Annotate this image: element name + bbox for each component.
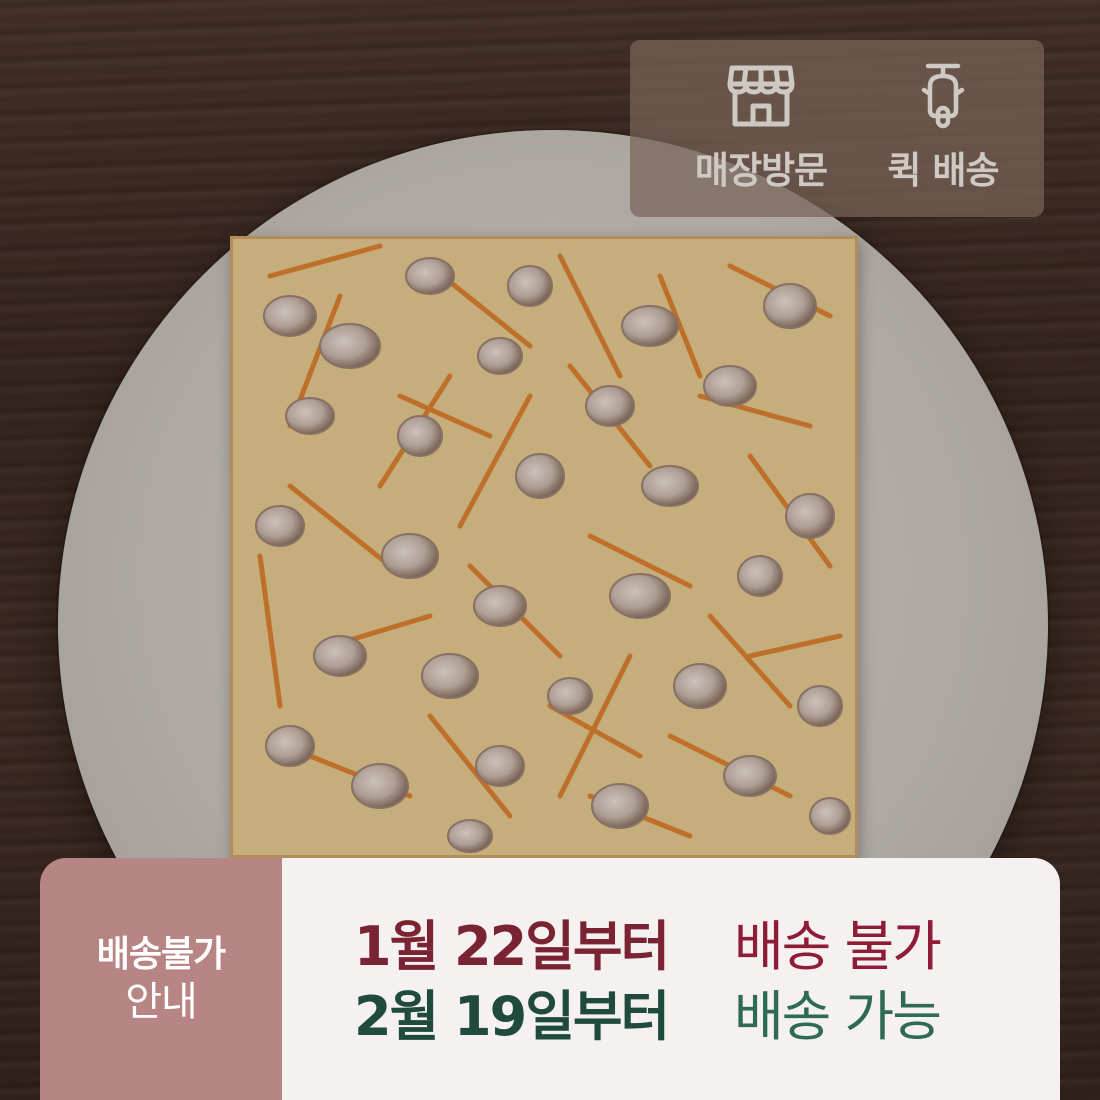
- notice-title-block: 배송불가 안내: [40, 858, 282, 1100]
- notice-line-available: 2월 19일부터 배송 가능: [354, 982, 1060, 1052]
- quick-delivery-label: 퀵 배송: [887, 149, 999, 192]
- scooter-icon: [921, 63, 965, 129]
- available-status: 배송 가능: [734, 985, 942, 1048]
- quick-delivery-option: 퀵 배송: [858, 40, 1028, 217]
- notice-subtitle: 안내: [125, 978, 198, 1025]
- service-options-badge: 매장방문 퀵 배송: [630, 40, 1044, 217]
- available-from-date: 2월 19일부터: [354, 985, 670, 1048]
- store-visit-label: 매장방문: [694, 149, 828, 192]
- nut-cake-image: [230, 236, 858, 858]
- notice-details: 1월 22일부터 배송 불가 2월 19일부터 배송 가능: [282, 858, 1060, 1100]
- store-visit-option: 매장방문: [652, 40, 870, 217]
- delivery-notice-panel: 배송불가 안내 1월 22일부터 배송 불가 2월 19일부터 배송 가능: [40, 858, 1060, 1100]
- unavailable-status: 배송 불가: [734, 914, 942, 978]
- notice-line-unavailable: 1월 22일부터 배송 불가: [354, 912, 1060, 982]
- unavailable-from-date: 1월 22일부터: [354, 914, 670, 978]
- store-icon: [727, 65, 795, 127]
- cake-texture: [230, 236, 858, 858]
- notice-title: 배송불가: [96, 933, 226, 975]
